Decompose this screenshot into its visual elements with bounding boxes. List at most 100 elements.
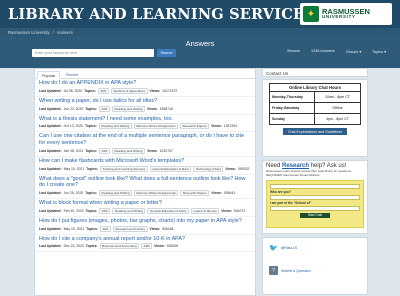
site-title: LIBRARY AND LEARNING SERVICES — [8, 5, 315, 23]
question-meta: Last Updated: Jun 22, 2020 Topics: APA Readi… — [39, 105, 251, 112]
tab-popular[interactable]: Popular — [37, 71, 61, 79]
topic-tag[interactable]: Technology (Help) — [193, 165, 224, 172]
hours-row: Sunday 4pm - 8pm CT — [269, 114, 361, 125]
question-meta: Last Updated: Feb 10, 2020 Topics: APA Readi… — [39, 207, 251, 214]
question-link[interactable]: What is block format when writing a pape… — [39, 200, 251, 207]
view-count: 534072 — [233, 208, 246, 213]
twitter-handle: @RasLLS — [280, 246, 298, 250]
updated-date: May 19, 2021 — [63, 226, 85, 231]
twitter-link[interactable]: 🐦 @RasLLS — [269, 244, 361, 252]
topic-tag[interactable]: APA — [99, 147, 110, 154]
question-link[interactable]: How do I cite a company's annual report … — [39, 236, 251, 243]
topic-tag[interactable]: APA — [97, 87, 109, 94]
nav-browse[interactable]: Browse — [287, 49, 300, 54]
who-select[interactable] — [270, 194, 360, 200]
topic-tag[interactable]: Business and Accounting — [99, 243, 140, 250]
university-logo[interactable]: ✦ RASMUSSEN UNIVERSITY — [300, 3, 392, 25]
topics-label: Topics: — [85, 106, 98, 111]
topic-tag[interactable]: Letters & Memos — [190, 207, 220, 214]
question-link[interactable]: How do I put figures (images, photos, ba… — [39, 218, 251, 225]
topic-tag[interactable]: Reading and Writing — [112, 105, 145, 112]
question-meta: Last Updated: Dec 23, 2020 Topics: Business… — [39, 243, 251, 250]
updated-date: Feb 10, 2020 — [63, 208, 84, 213]
start-chat-button[interactable]: Start Chat — [300, 212, 330, 218]
breadcrumb-separator: / — [52, 29, 54, 35]
question-item: How do I put figures (images, photos, ba… — [35, 217, 255, 235]
question-item: How do I do an APPENDIX in APA style? Las… — [35, 79, 255, 97]
breadcrumb-current[interactable]: Answers — [57, 30, 73, 35]
hours-time: 10am - 8pm CT — [325, 95, 350, 99]
nav-groups[interactable]: Groups ▾ — [346, 49, 361, 54]
topic-tag[interactable]: General Education & More — [149, 165, 192, 172]
question-meta: Last Updated: Oct 13, 2020 Topics: Reading … — [39, 123, 251, 130]
views-label: Views: — [211, 191, 222, 195]
topic-tag[interactable]: Reading and Writing — [98, 123, 132, 130]
search-input[interactable]: Enter your keywords here — [32, 49, 154, 57]
topic-tag[interactable]: Reading and Writing — [112, 147, 145, 154]
topic-tag[interactable]: APA — [99, 207, 111, 214]
question-link[interactable]: When writing a paper, do I use italics f… — [39, 98, 251, 105]
question-item: What is a thesis statement? I need some … — [35, 115, 255, 133]
question-link[interactable]: Can I use one citation at the end of a m… — [39, 133, 251, 147]
question-link[interactable]: What is a thesis statement? I need some … — [39, 116, 251, 123]
topic-tag[interactable]: Rasmus Writes Assignments — [134, 190, 179, 196]
research-help-text: Rasmussen users should contact their loc… — [266, 169, 352, 177]
hours-row: Friday-Saturday Offline — [269, 103, 361, 114]
submit-question-link[interactable]: ? Submit a Question — [269, 266, 311, 275]
topic-tag[interactable]: Research Papers — [180, 190, 210, 196]
topic-tag[interactable]: APA — [99, 225, 111, 232]
topic-tag[interactable]: Tutoring and Learning Services — [99, 165, 148, 172]
topic-tag[interactable]: APA — [99, 105, 110, 112]
updated-date: Jun 25, 2020 — [63, 191, 84, 195]
school-select[interactable] — [270, 205, 360, 211]
views-label: Views: — [211, 124, 222, 129]
view-count: 506166 — [162, 226, 174, 231]
topics-label: Topics: — [84, 88, 96, 93]
updated-date: Oct 13, 2020 — [63, 124, 84, 129]
topic-tag[interactable]: APA — [141, 243, 153, 250]
chat-guidelines-button[interactable]: Chat Expectations and Guidelines — [283, 128, 347, 135]
logo-sub: UNIVERSITY — [322, 14, 356, 20]
topic-tag[interactable]: Sections & Appendixes — [110, 87, 148, 94]
nav-answer-count[interactable]: 1336 Answers — [311, 49, 335, 54]
site-banner: LIBRARY AND LEARNING SERVICES ✦ RASMUSSE… — [0, 0, 400, 28]
topic-tag[interactable]: General Education & More — [147, 207, 189, 214]
question-list: How do I do an APPENDIX in APA style? Las… — [35, 79, 255, 253]
updated-label: Last Updated: — [39, 88, 62, 93]
question-link[interactable]: How can I make flashcards with Microsoft… — [39, 158, 251, 165]
breadcrumb-home[interactable]: Rasmussen University — [8, 30, 50, 35]
email-field[interactable] — [270, 183, 360, 189]
contact-heading: Contact Us — [262, 68, 368, 77]
updated-label: Last Updated: — [39, 208, 62, 213]
updated-date: Jul 08, 2020 — [63, 88, 83, 93]
question-item: When writing a paper, do I use italics f… — [35, 97, 255, 115]
topic-tag[interactable]: Research Papers — [180, 123, 210, 130]
list-tabs: Popular Recent — [35, 69, 255, 79]
view-count: 1858716 — [159, 106, 173, 111]
view-count: 1357264 — [223, 124, 237, 129]
question-item: Can I use one citation at the end of a m… — [35, 132, 255, 157]
question-item: How do I cite a company's annual report … — [35, 235, 255, 253]
content-wrapper: Popular Recent How do I do an APPENDIX i… — [34, 68, 368, 296]
question-link[interactable]: How do I do an APPENDIX in APA style? — [39, 80, 251, 87]
logo-emblem-icon: ✦ — [303, 6, 319, 22]
question-item: What does a "good" outline look like? Wh… — [35, 175, 255, 199]
topic-tag[interactable]: Reading and Writing — [112, 207, 146, 214]
hours-time: Offline — [332, 106, 343, 110]
views-label: Views: — [149, 88, 161, 93]
updated-date: Dec 23, 2020 — [63, 244, 84, 249]
topic-tag[interactable]: Research and Library — [112, 225, 148, 232]
views-label: Views: — [225, 166, 236, 171]
question-link[interactable]: What does a "good" outline look like? Wh… — [39, 176, 251, 190]
view-count: 508196 — [166, 244, 179, 249]
topics-label: Topics: — [85, 244, 98, 249]
chat-hours-title: Online Library Chat Hours — [269, 83, 361, 92]
school-label: I am part of the "School of" — [270, 200, 312, 205]
search-button[interactable]: Search — [157, 49, 176, 57]
topics-label: Topics: — [85, 124, 97, 129]
topic-tag[interactable]: Rasmus Writes Assignments — [133, 123, 179, 130]
topic-tag[interactable]: Reading and Writing — [99, 190, 133, 196]
tab-recent[interactable]: Recent — [62, 71, 82, 78]
nav-topics[interactable]: Topics ▾ — [372, 49, 386, 54]
answers-hero: Answers Enter your keywords here Search … — [0, 36, 400, 68]
